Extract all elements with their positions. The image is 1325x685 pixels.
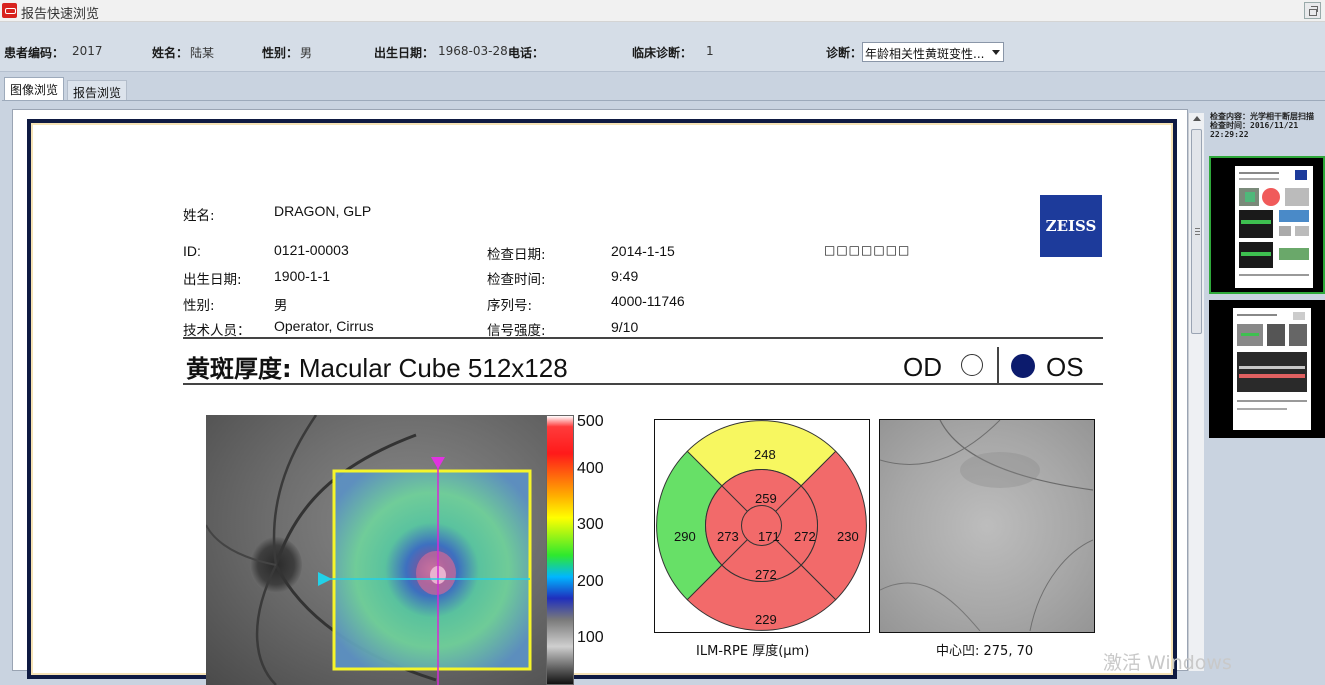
tab-report-browse[interactable]: 报告浏览 bbox=[67, 80, 128, 100]
report-dob-label: 出生日期: bbox=[183, 272, 242, 288]
report-name-value: DRAGON, GLP bbox=[274, 203, 372, 219]
etdrs-thickness-grid: 248 259 290 273 171 272 230 272 229 bbox=[654, 419, 870, 633]
os-label: OS bbox=[1046, 352, 1084, 382]
od-unselected-radio bbox=[961, 354, 983, 376]
patient-name-label: 姓名： bbox=[152, 46, 189, 60]
horizontal-marker-icon bbox=[318, 572, 332, 586]
patient-id-value: 2017 bbox=[72, 44, 103, 58]
thumbnail-2-svg bbox=[1237, 312, 1307, 410]
exam-time-text: 检查时间：2016/11/21 bbox=[1210, 121, 1299, 130]
window-titlebar: 报告快速浏览 bbox=[0, 0, 1325, 22]
report-sex-value: 男 bbox=[274, 298, 288, 314]
etdrs-outer-superior: 248 bbox=[754, 447, 776, 462]
thumbnail-page bbox=[1233, 308, 1311, 430]
od-label: OD bbox=[903, 352, 942, 382]
slo-svg bbox=[880, 420, 1094, 632]
thumbnail-page bbox=[1235, 166, 1313, 288]
patient-phone-label: 电话： bbox=[508, 46, 545, 60]
colorbar-label-200: 200 bbox=[577, 573, 604, 590]
report-signal-value: 9/10 bbox=[611, 319, 639, 335]
patient-sex-value: 男 bbox=[300, 46, 313, 60]
etdrs-inner-temporal: 272 bbox=[794, 529, 816, 544]
report-signal-label: 信号强度: bbox=[487, 323, 546, 339]
report-name-label: 姓名: bbox=[183, 208, 215, 224]
report-viewer: 姓名: DRAGON, GLP ID: 0121-00003 出生日期: 190… bbox=[12, 109, 1188, 685]
patient-dob-label: 出生日期： bbox=[374, 46, 435, 60]
patient-info-bar: 患者编码： 2017 姓名： 陆某 性别： 男 出生日期： 1968-03-28… bbox=[0, 22, 1325, 72]
report-id-label: ID: bbox=[183, 243, 201, 259]
content-area: 姓名: DRAGON, GLP ID: 0121-00003 出生日期: 190… bbox=[2, 100, 1325, 685]
report-exam-time-value: 9:49 bbox=[611, 268, 639, 284]
report-serial-label: 序列号: bbox=[487, 298, 533, 314]
grip-icon bbox=[1195, 228, 1200, 235]
diagnosis-select[interactable]: 年龄相关性黄斑变性... bbox=[862, 42, 1004, 62]
report-heading-cn: 黄斑厚度: bbox=[186, 355, 292, 383]
patient-name-value: 陆某 bbox=[190, 46, 215, 60]
colorbar-label-300: 300 bbox=[577, 516, 604, 533]
report-exam-date-label: 检查日期: bbox=[487, 247, 546, 263]
etdrs-center: 171 bbox=[758, 529, 780, 544]
clinical-diagnosis-value: 1 bbox=[706, 44, 714, 58]
colorbar-label-500: 500 bbox=[577, 413, 604, 430]
report-heading: 黄斑厚度: Macular Cube 512x128 bbox=[186, 349, 568, 384]
patient-dob-value: 1968-03-28 bbox=[438, 44, 508, 58]
etdrs-caption: ILM-RPE 厚度(µm) bbox=[696, 644, 810, 659]
etdrs-outer-inferior: 229 bbox=[755, 612, 777, 627]
report-exam-date-value: 2014-1-15 bbox=[611, 243, 675, 259]
report-thumbnail-2[interactable] bbox=[1209, 300, 1325, 438]
slo-vessel bbox=[1029, 539, 1094, 632]
report-heading-en: Macular Cube 512x128 bbox=[298, 353, 568, 383]
thumbnail-panel: 检查内容：光学相干断层扫描 检查时间：2016/11/21 22:29:22 bbox=[1207, 112, 1325, 670]
slo-fundus-image bbox=[879, 419, 1095, 633]
diagnosis-label: 诊断： bbox=[826, 46, 863, 60]
exam-content-text: 检查内容：光学相干断层扫描 bbox=[1210, 112, 1314, 121]
slo-vessel bbox=[880, 582, 981, 632]
windows-activation-watermark: 激活 Windows bbox=[1103, 652, 1232, 674]
slo-caption: 中心凹: 275, 70 bbox=[936, 644, 1034, 659]
patient-sex-label: 性别： bbox=[262, 46, 299, 60]
zeiss-logo: ZEISS bbox=[1040, 195, 1102, 257]
report-tech-value: Operator, Cirrus bbox=[274, 318, 374, 334]
report-id-value: 0121-00003 bbox=[274, 242, 349, 258]
exam-clock-text: 22:29:22 bbox=[1210, 130, 1249, 139]
thickness-colorbar bbox=[546, 415, 574, 685]
scroll-up-icon[interactable] bbox=[1193, 116, 1201, 121]
scrollbar-thumb[interactable] bbox=[1191, 129, 1202, 334]
heading-top-rule bbox=[183, 337, 1103, 339]
os-selected-radio bbox=[1011, 354, 1035, 378]
slo-shading bbox=[960, 452, 1040, 488]
report-serial-value: 4000-11746 bbox=[611, 293, 685, 309]
tab-image-browse[interactable]: 图像浏览 bbox=[4, 77, 65, 101]
etdrs-outer-nasal: 290 bbox=[674, 529, 696, 544]
window-title: 报告快速浏览 bbox=[21, 7, 100, 22]
clinical-diagnosis-label: 临床诊断： bbox=[632, 46, 693, 60]
fundus-thickness-map bbox=[206, 415, 546, 685]
report-sex-label: 性别: bbox=[183, 298, 215, 314]
report-scrollbar[interactable] bbox=[1188, 113, 1204, 671]
report-thumbnail-1[interactable] bbox=[1209, 156, 1325, 294]
thumbnail-meta: 检查内容：光学相干断层扫描 检查时间：2016/11/21 22:29:22 bbox=[1210, 112, 1314, 139]
report-exam-time-label: 检查时间: bbox=[487, 272, 546, 288]
colorbar-label-400: 400 bbox=[577, 460, 604, 477]
report-placeholder-text: □□□□□□□ bbox=[824, 243, 911, 257]
restore-window-button[interactable] bbox=[1304, 2, 1321, 19]
etdrs-outer-temporal: 230 bbox=[837, 529, 859, 544]
diagnosis-select-value: 年龄相关性黄斑变性... bbox=[865, 47, 985, 61]
etdrs-inner-superior: 259 bbox=[755, 491, 777, 506]
thumbnail-1-svg bbox=[1239, 170, 1309, 276]
etdrs-inner-nasal: 273 bbox=[717, 529, 739, 544]
eye-divider bbox=[997, 347, 999, 385]
chevron-down-icon bbox=[992, 50, 1000, 55]
report-page: 姓名: DRAGON, GLP ID: 0121-00003 出生日期: 190… bbox=[27, 119, 1177, 685]
patient-id-label: 患者编码： bbox=[4, 46, 65, 60]
report-dob-value: 1900-1-1 bbox=[274, 268, 331, 284]
etdrs-inner-inferior: 272 bbox=[755, 567, 777, 582]
heading-bottom-rule bbox=[183, 383, 1103, 385]
view-tabs: 图像浏览 报告浏览 bbox=[0, 73, 1325, 101]
fundus-overlay-svg bbox=[206, 415, 532, 685]
vertical-marker-icon bbox=[431, 457, 445, 469]
colorbar-label-100: 100 bbox=[577, 629, 604, 646]
report-tech-label: 技术人员： bbox=[183, 323, 251, 339]
app-logo-icon bbox=[2, 3, 17, 18]
